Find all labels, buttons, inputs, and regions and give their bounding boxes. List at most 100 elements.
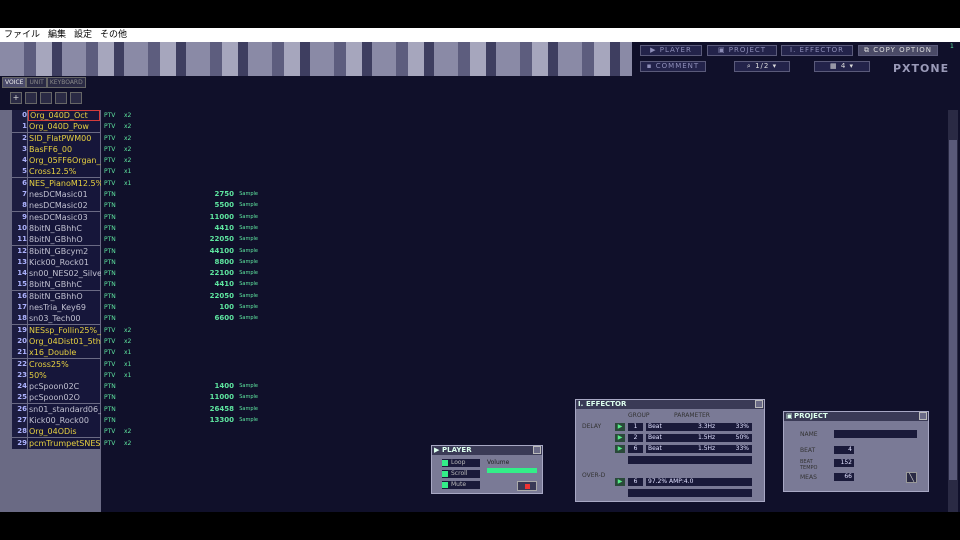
unit-row[interactable]: 13 Kick00_Rock01: [0, 256, 101, 268]
unit-row[interactable]: 22 Cross25%: [0, 358, 101, 370]
unit-name[interactable]: BasFF6_00: [28, 143, 100, 155]
unit-name[interactable]: Org_040D_Pow: [28, 121, 100, 133]
unit-row[interactable]: 27 Kick00_Rock00: [0, 415, 101, 427]
delay-play-button[interactable]: ▶: [615, 434, 625, 442]
unit-name[interactable]: Cross12.5%: [28, 166, 100, 178]
unit-name[interactable]: Org_04Dist01_5th: [28, 335, 101, 347]
copy-option-button[interactable]: ⧉ COPY OPTION: [858, 45, 938, 56]
unit-row[interactable]: 14 sn00_NES02_Silve: [0, 268, 101, 280]
unit-row[interactable]: 12 8bitN_GBcym2: [0, 245, 101, 257]
unit-row[interactable]: 23 50%: [0, 369, 101, 381]
comment-button[interactable]: ▪ COMMENT: [640, 61, 706, 72]
effector-title-bar[interactable]: Ⅰ. EFFECTOR: [576, 400, 764, 409]
effector-toggle-button[interactable]: Ⅰ. EFFECTOR: [781, 45, 853, 56]
unit-row[interactable]: 16 8bitN_GBhhO: [0, 290, 101, 302]
unit-name[interactable]: nesDCMasic02: [28, 200, 100, 212]
overdrive-empty-slot[interactable]: [628, 489, 752, 497]
player-toggle-button[interactable]: ▶ PLAYER: [640, 45, 702, 56]
project-title-bar[interactable]: ▣ PROJECT: [784, 412, 928, 421]
unit-row[interactable]: 25 pcSpoon02O: [0, 392, 101, 404]
mute-toggle[interactable]: Mute: [442, 481, 480, 489]
unit-name[interactable]: sn03_Tech00: [28, 313, 100, 325]
delay-group[interactable]: 2: [628, 434, 643, 442]
unit-row[interactable]: 20 Org_04Dist01_5th: [0, 335, 101, 347]
unit-row[interactable]: 9 nesDCMasic03: [0, 211, 101, 223]
unit-name[interactable]: Cross25%: [28, 358, 100, 370]
tool-button-3[interactable]: [55, 92, 67, 104]
delay-play-button[interactable]: ▶: [615, 445, 625, 453]
unit-row[interactable]: 17 nesTria_Key69: [0, 302, 101, 314]
unit-row[interactable]: 15 8bitN_GBhhC: [0, 279, 101, 291]
unit-name[interactable]: Kick00_Rock00: [28, 415, 100, 427]
delay-play-button[interactable]: ▶: [615, 423, 625, 431]
delay-parameter[interactable]: Beat 1.5Hz 33%: [646, 445, 752, 453]
project-settings-icon[interactable]: ╲: [906, 472, 917, 483]
volume-slider[interactable]: [487, 468, 537, 473]
page-selector[interactable]: ⌕ 1/2 ▾: [734, 61, 790, 72]
add-unit-button[interactable]: +: [10, 92, 22, 104]
tab-voice[interactable]: VOICE: [2, 77, 27, 88]
unit-name[interactable]: 8bitN_GBhhC: [28, 279, 100, 291]
loop-toggle[interactable]: Loop: [442, 459, 480, 467]
delay-group[interactable]: 1: [628, 423, 643, 431]
unit-name[interactable]: nesTria_Key69: [28, 302, 100, 314]
project-toggle-button[interactable]: ▣ PROJECT: [707, 45, 777, 56]
unit-name[interactable]: Org_04ODis: [28, 426, 100, 438]
overdrive-play-button[interactable]: ▶: [615, 478, 625, 486]
delay-parameter[interactable]: Beat 1.5Hz 50%: [646, 434, 752, 442]
unit-name[interactable]: Org_040D_Oct: [28, 110, 100, 121]
unit-name[interactable]: pcmTrumpetSNES01: [28, 437, 101, 449]
unit-row[interactable]: 6 NES_PianoM12.5%: [0, 177, 101, 189]
delay-group[interactable]: 6: [628, 445, 643, 453]
unit-row[interactable]: 29pcmTrumpetSNES01: [0, 437, 101, 449]
unit-row[interactable]: 4 Org_05FF6Organ_N: [0, 155, 101, 167]
unit-name[interactable]: nesDCMasic03: [28, 211, 100, 223]
unit-name[interactable]: x16_Double: [28, 347, 100, 359]
overdrive-group[interactable]: 6: [628, 478, 643, 486]
unit-row[interactable]: 7 nesDCMasic01: [0, 189, 101, 201]
unit-name[interactable]: NES_PianoM12.5%: [28, 177, 101, 189]
unit-row[interactable]: 19 NESsp_Follin25%_: [0, 324, 101, 336]
menu-file[interactable]: ファイル: [0, 28, 44, 42]
scroll-toggle[interactable]: Scroll: [442, 470, 480, 478]
unit-name[interactable]: sn01_standard06_: [28, 403, 101, 415]
beat-value[interactable]: 4: [834, 446, 854, 454]
unit-row[interactable]: 1 Org_040D_Pow: [0, 121, 101, 133]
unit-row[interactable]: 11 8bitN_GBhhO: [0, 234, 101, 246]
unit-row[interactable]: 3 BasFF6_00: [0, 143, 101, 155]
unit-row[interactable]: 8 nesDCMasic02: [0, 200, 101, 212]
vertical-scrollbar[interactable]: [948, 110, 958, 512]
unit-row[interactable]: 18 sn03_Tech00: [0, 313, 101, 325]
unit-row[interactable]: 28 Org_04ODis: [0, 426, 101, 438]
unit-row[interactable]: 21 x16_Double: [0, 347, 101, 359]
unit-row[interactable]: 26 sn01_standard06_: [0, 403, 101, 415]
menu-other[interactable]: その他: [96, 28, 131, 42]
unit-row[interactable]: 5 Cross12.5%: [0, 166, 101, 178]
menu-edit[interactable]: 編集: [44, 28, 70, 42]
unit-name[interactable]: sn00_NES02_Silve: [28, 268, 101, 280]
tool-button-2[interactable]: [40, 92, 52, 104]
tool-button-1[interactable]: [25, 92, 37, 104]
meas-value[interactable]: 66: [834, 473, 854, 481]
unit-row[interactable]: 2 SID_FlatPWM00: [0, 132, 101, 144]
unit-row[interactable]: 0 Org_040D_Oct: [0, 110, 101, 121]
unit-row[interactable]: 24 pcSpoon02C: [0, 381, 101, 393]
delay-empty-slot[interactable]: [628, 456, 752, 464]
delay-parameter[interactable]: Beat 3.3Hz 33%: [646, 423, 752, 431]
close-icon[interactable]: [919, 412, 927, 420]
unit-name[interactable]: Kick00_Rock01: [28, 256, 100, 268]
unit-name[interactable]: SID_FlatPWM00: [28, 132, 100, 144]
division-selector[interactable]: ▦ 4 ▾: [814, 61, 870, 72]
tab-unit[interactable]: UNIT: [26, 77, 47, 88]
unit-name[interactable]: 8bitN_GBhhC: [28, 222, 100, 234]
player-title-bar[interactable]: ▶ PLAYER: [432, 446, 542, 455]
tab-keyboard[interactable]: KEYBOARD: [46, 77, 86, 88]
unit-name[interactable]: pcSpoon02C: [28, 381, 100, 393]
close-icon[interactable]: [755, 400, 763, 408]
menu-settings[interactable]: 設定: [70, 28, 96, 42]
unit-name[interactable]: pcSpoon02O: [28, 392, 100, 404]
tool-button-4[interactable]: [70, 92, 82, 104]
unit-name[interactable]: Org_05FF6Organ_N: [28, 155, 101, 167]
unit-name[interactable]: 8bitN_GBcym2: [28, 245, 100, 257]
unit-name[interactable]: NESsp_Follin25%_: [28, 324, 101, 336]
